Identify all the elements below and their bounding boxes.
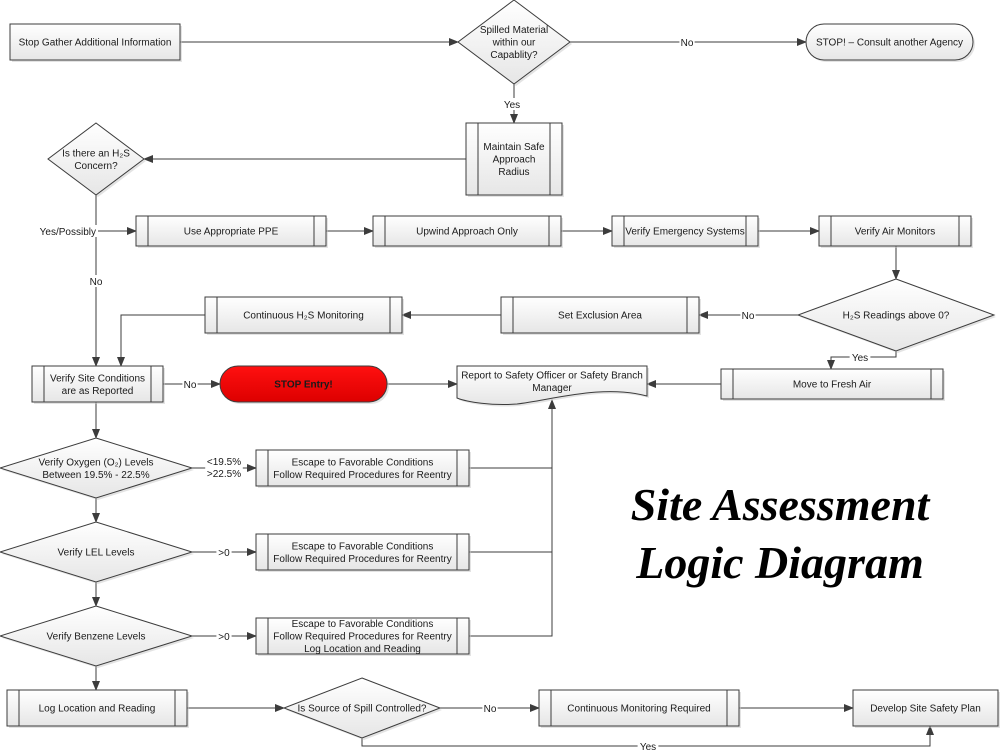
node-continuous-monitoring[interactable]: Continuous Monitoring Required <box>538 689 741 728</box>
node-label: Report to Safety Officer or Safety Branc… <box>461 370 643 381</box>
node-label: Capablity? <box>490 50 538 61</box>
node-label: Verify Oxygen (O₂) Levels <box>38 457 153 468</box>
node-label: Follow Required Procedures for Reentry <box>273 632 451 643</box>
node-spill-controlled[interactable]: Is Source of Spill Controlled? <box>282 677 442 740</box>
node-label: Maintain Safe <box>483 142 545 153</box>
node-label: Verify Emergency Systems <box>625 227 744 238</box>
node-label: are as Reported <box>62 386 134 397</box>
node-stop-entry[interactable]: STOP Entry! <box>219 365 389 404</box>
node-label: H₂S Readings above 0? <box>843 311 950 322</box>
node-label: Continuous H₂S Monitoring <box>243 311 364 322</box>
node-label: Set Exclusion Area <box>558 311 642 322</box>
node-label: Log Location and Reading <box>304 644 421 655</box>
node-upwind[interactable]: Upwind Approach Only <box>372 215 563 248</box>
node-label: Follow Required Procedures for Reentry <box>273 470 451 481</box>
node-label: Is there an H₂S <box>62 148 130 159</box>
node-escape-lel[interactable]: Escape to Favorable Conditions Follow Req… <box>255 533 471 572</box>
node-escape-benzene[interactable]: Escape to Favorable Conditions Follow Req… <box>255 617 471 656</box>
node-fresh-air[interactable]: Move to Fresh Air <box>720 368 945 401</box>
node-label: Manager <box>532 383 572 394</box>
node-label: Verify Air Monitors <box>855 227 936 238</box>
edge-label: No <box>484 704 497 715</box>
node-air-monitors[interactable]: Verify Air Monitors <box>818 215 973 248</box>
flowchart: Stop Gather Additional Information Spille… <box>0 0 1000 753</box>
node-label: Spilled Material <box>480 25 548 36</box>
node-label: Log Location and Reading <box>39 704 156 715</box>
edge-label: Yes/Possibly <box>40 227 96 238</box>
node-emergency-systems[interactable]: Verify Emergency Systems <box>611 215 760 248</box>
edge-label: >0 <box>218 548 230 559</box>
node-label: within our <box>492 38 536 49</box>
edge-label: No <box>681 38 694 49</box>
node-h2s-readings[interactable]: H₂S Readings above 0? <box>796 278 996 353</box>
node-label: Verify LEL Levels <box>58 548 135 559</box>
node-benzene[interactable]: Verify Benzene Levels <box>0 605 194 668</box>
node-label: Between 19.5% - 22.5% <box>42 470 149 481</box>
edge-label: No <box>184 380 197 391</box>
node-label: Follow Required Procedures for Reentry <box>273 554 451 565</box>
edge-label: <19.5% <box>207 457 241 468</box>
node-label: Upwind Approach Only <box>416 227 518 238</box>
node-safe-radius[interactable]: Maintain Safe ApproachRadius <box>465 122 564 197</box>
node-label: Concern? <box>74 161 118 172</box>
node-label: Verify Site Conditions <box>50 373 145 384</box>
node-consult-agency[interactable]: STOP! – Consult another Agency <box>805 23 975 62</box>
connector-edge <box>95 195 137 235</box>
node-label: Move to Fresh Air <box>793 380 872 391</box>
node-site-conditions[interactable]: Verify Site Conditions are as Reported <box>31 365 165 404</box>
node-exclusion-area[interactable]: Set Exclusion Area <box>500 296 701 335</box>
node-label: Escape to Favorable Conditions <box>292 541 434 552</box>
title-line-2: Logic Diagram <box>635 537 923 588</box>
node-escape-oxygen[interactable]: Escape to Favorable Conditions Follow Req… <box>255 449 471 488</box>
diagram-title: Site Assessment Logic Diagram <box>631 479 931 588</box>
node-gather-info[interactable]: Stop Gather Additional Information <box>9 23 182 62</box>
node-label: Is Source of Spill Controlled? <box>298 704 427 715</box>
edge-label: Yes <box>640 742 656 753</box>
title-line-1: Site Assessment <box>631 479 931 530</box>
node-label: Verify Benzene Levels <box>47 632 146 643</box>
node-label: STOP! – Consult another Agency <box>816 38 963 49</box>
nodes-layer: Stop Gather Additional Information Spille… <box>0 0 1000 740</box>
node-lel[interactable]: Verify LEL Levels <box>0 521 194 584</box>
edge-label: No <box>742 311 755 322</box>
node-label: Approach <box>493 155 536 166</box>
edge-label: >0 <box>218 632 230 643</box>
node-label: Escape to Favorable Conditions <box>292 619 434 630</box>
node-label: Radius <box>498 167 529 178</box>
connector-edge <box>117 314 205 367</box>
node-label: Continuous Monitoring Required <box>567 704 710 715</box>
edge-label: Yes <box>852 353 868 364</box>
node-log-location[interactable]: Log Location and Reading <box>6 689 189 728</box>
node-label: Develop Site Safety Plan <box>870 704 981 715</box>
node-label: Use Appropriate PPE <box>184 227 279 238</box>
node-safety-plan[interactable]: Develop Site Safety Plan <box>852 689 1000 728</box>
node-label: Escape to Favorable Conditions <box>292 457 434 468</box>
node-ppe[interactable]: Use Appropriate PPE <box>135 215 328 248</box>
edge-label: Yes <box>504 100 520 111</box>
edge-label: No <box>90 277 103 288</box>
connector-edge <box>469 399 556 637</box>
edge-label: >22.5% <box>207 469 241 480</box>
node-oxygen[interactable]: Verify Oxygen (O₂) Levels Between 19.5% -… <box>0 437 194 500</box>
node-report-safety[interactable]: Report to Safety Officer or Safety Branc… <box>456 365 649 407</box>
node-label: STOP Entry! <box>274 380 333 391</box>
node-h2s-monitoring[interactable]: Continuous H₂S Monitoring <box>204 296 404 335</box>
diagram-canvas: Stop Gather Additional Information Spille… <box>0 0 1000 755</box>
node-capability[interactable]: Spilled Material within ourCapablity? <box>457 0 572 86</box>
node-label: Stop Gather Additional Information <box>19 38 172 49</box>
node-h2s-concern[interactable]: Is there an H₂S Concern? <box>47 122 146 197</box>
